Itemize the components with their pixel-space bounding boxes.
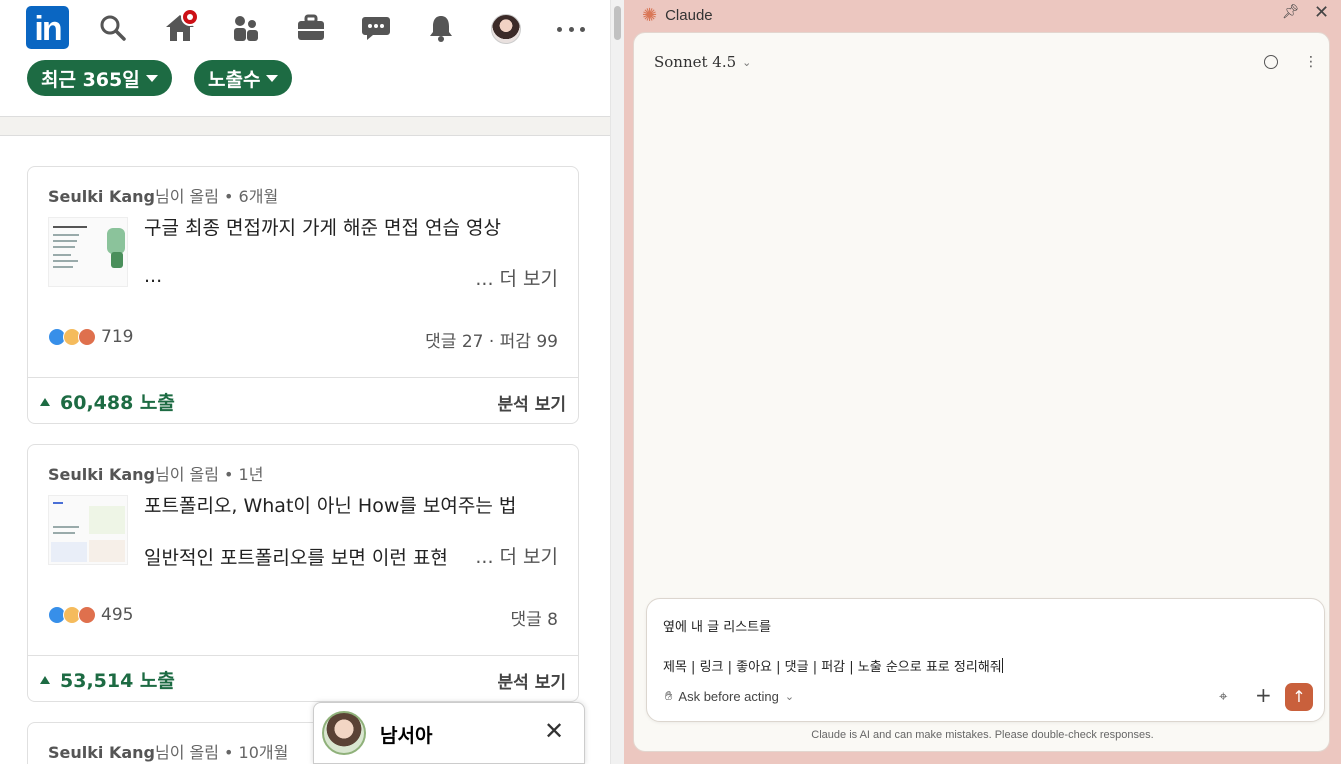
- impressions-count: 53,514 노출: [60, 670, 175, 692]
- send-button[interactable]: ↑: [1285, 683, 1313, 711]
- add-icon[interactable]: +: [1255, 683, 1272, 707]
- reaction-count: 495: [101, 605, 134, 625]
- caret-down-icon: [266, 74, 279, 82]
- post-footer: 53,514 노출 분석 보기: [28, 655, 578, 701]
- impressions-count: 60,488 노출: [60, 392, 175, 414]
- comments-reposts[interactable]: 댓글 27 · 퍼감 99: [425, 327, 558, 352]
- claude-panel: ✺ Claude 📌︎ ✕ Sonnet 4.5 ⌄ ⋮ 옆에 내 글 리스트를…: [624, 0, 1341, 764]
- metric-filter[interactable]: 노출수: [194, 60, 293, 96]
- message-composer[interactable]: 옆에 내 글 리스트를 제목 | 링크 | 좋아요 | 댓글 | 퍼감 | 노출…: [646, 598, 1325, 722]
- post-title[interactable]: 구글 최종 면접까지 가게 해준 면접 연습 영상: [144, 213, 501, 240]
- post-card: Seulki Kang님이 올림 • 6개월 구글 최종 면접까지 가게 해준 …: [27, 166, 579, 424]
- search-icon[interactable]: [96, 11, 130, 45]
- chevron-down-icon: ⌄: [742, 55, 752, 69]
- model-name: Sonnet 4.5: [654, 53, 737, 71]
- date-range-filter[interactable]: 최근 365일: [27, 60, 172, 96]
- reactions[interactable]: 719: [48, 327, 133, 347]
- post-card: Seulki Kang님이 올림 • 1년 포트폴리오, What이 아닌 Ho…: [27, 444, 579, 702]
- cursor-tool-icon[interactable]: ⌖: [1219, 687, 1227, 705]
- contact-avatar[interactable]: [322, 711, 366, 755]
- see-more-link[interactable]: ... 더 보기: [471, 542, 558, 569]
- linkedin-logo[interactable]: in: [26, 6, 69, 49]
- claude-title-bar: ✺ Claude: [642, 5, 713, 25]
- post-time: 님이 올림 • 1년: [154, 465, 264, 484]
- chat-area: Sonnet 4.5 ⌄ ⋮ 옆에 내 글 리스트를 제목 | 링크 | 좋아요…: [633, 32, 1330, 752]
- disclaimer: Claude is AI and can make mistakes. Plea…: [811, 729, 1154, 741]
- post-footer: 60,488 노출 분석 보기: [28, 377, 578, 423]
- hand-icon: ✋︎: [665, 688, 673, 703]
- trend-up-icon: [40, 675, 50, 684]
- messaging-popup[interactable]: 남서아 ✕: [313, 702, 585, 764]
- post-time: 님이 올림 • 10개월: [154, 743, 289, 762]
- close-icon[interactable]: ✕: [544, 717, 564, 745]
- scrollbar-thumb[interactable]: [614, 6, 621, 40]
- model-selector[interactable]: Sonnet 4.5 ⌄: [654, 53, 751, 71]
- view-analytics-button[interactable]: 분석 보기: [498, 390, 566, 415]
- scrollbar[interactable]: [610, 0, 624, 764]
- composer-text-line1[interactable]: 옆에 내 글 리스트를: [663, 616, 771, 635]
- post-time: 님이 올림 • 6개월: [154, 187, 279, 206]
- jobs-icon[interactable]: [294, 11, 328, 45]
- home-icon[interactable]: [163, 8, 199, 45]
- post-author[interactable]: Seulki Kang: [48, 743, 155, 762]
- app-title: Claude: [665, 6, 713, 24]
- more-vertical-icon[interactable]: ⋮: [1304, 55, 1318, 69]
- trend-up-icon: [40, 397, 50, 406]
- post-title[interactable]: 포트폴리오, What이 아닌 How를 보여주는 법: [144, 491, 516, 518]
- notification-badge: [181, 8, 199, 26]
- more-icon[interactable]: [557, 27, 585, 33]
- caret-down-icon: [145, 74, 158, 82]
- see-more-link[interactable]: ... 더 보기: [471, 264, 558, 291]
- impressions: 53,514 노출: [40, 666, 175, 693]
- comments-count[interactable]: 댓글 8: [511, 605, 559, 630]
- chevron-down-icon: ⌄: [784, 690, 795, 703]
- close-icon[interactable]: ✕: [1314, 2, 1329, 23]
- post-author[interactable]: Seulki Kang: [48, 187, 155, 206]
- messaging-icon[interactable]: [359, 11, 393, 45]
- view-analytics-button[interactable]: 분석 보기: [498, 668, 566, 693]
- impressions: 60,488 노출: [40, 388, 175, 415]
- claude-logo-icon: ✺: [642, 4, 658, 25]
- composer-text-line2[interactable]: 제목 | 링크 | 좋아요 | 댓글 | 퍼감 | 노출 순으로 표로 정리해줘: [663, 656, 1003, 675]
- pin-icon[interactable]: 📌︎: [1282, 4, 1300, 20]
- contact-name[interactable]: 남서아: [380, 721, 432, 748]
- love-reaction-icon: [78, 606, 96, 624]
- metric-label: 노출수: [208, 68, 261, 91]
- post-excerpt: ...: [144, 265, 163, 287]
- notifications-bell-icon[interactable]: [424, 11, 458, 45]
- post-meta: Seulki Kang님이 올림 • 1년: [48, 461, 263, 485]
- section-divider: [0, 116, 610, 136]
- post-meta: Seulki Kang님이 올림 • 6개월: [48, 183, 278, 207]
- love-reaction-icon: [78, 328, 96, 346]
- analytics-filters: 최근 365일 노출수: [0, 60, 610, 116]
- post-thumbnail[interactable]: [48, 495, 128, 565]
- new-chat-icon[interactable]: [1264, 55, 1278, 69]
- post-thumbnail[interactable]: [48, 217, 128, 287]
- permission-mode-label: Ask before acting: [678, 688, 779, 704]
- post-meta: Seulki Kang님이 올림 • 10개월: [48, 739, 288, 763]
- date-range-label: 최근 365일: [41, 68, 140, 91]
- linkedin-nav-bar: in: [0, 0, 610, 62]
- linkedin-pane: in 최근 365일 노출수 Seulki Kang님이 올림 • 6개월 구글…: [0, 0, 610, 764]
- text-cursor: [1001, 658, 1003, 673]
- post-author[interactable]: Seulki Kang: [48, 465, 155, 484]
- my-network-icon[interactable]: [229, 11, 263, 45]
- permission-mode-selector[interactable]: ✋︎ Ask before acting ⌄: [665, 688, 794, 704]
- post-excerpt: 일반적인 포트폴리오를 보면 이런 표현: [144, 547, 448, 569]
- composer-text-line2-content: 제목 | 링크 | 좋아요 | 댓글 | 퍼감 | 노출 순으로 표로 정리해줘: [663, 660, 1002, 675]
- reaction-count: 719: [101, 327, 134, 347]
- reactions[interactable]: 495: [48, 605, 133, 625]
- profile-avatar[interactable]: [491, 14, 521, 44]
